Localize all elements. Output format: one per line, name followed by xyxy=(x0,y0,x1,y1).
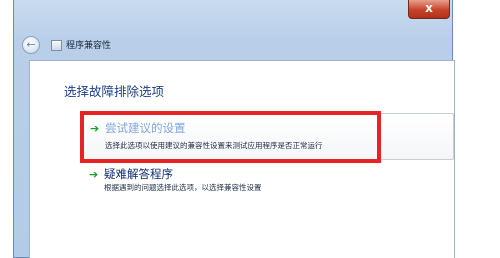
green-arrow-icon: ➔ xyxy=(89,168,99,181)
close-button[interactable]: x xyxy=(408,0,450,19)
app-icon xyxy=(51,40,62,51)
content-panel: 选择故障排除选项 ➔ 尝试建议的设置 选择此选项以使用建议的兼容性设置来测试应用… xyxy=(29,60,455,258)
option-description: 根据遇到的问题选择此选项，以选择兼容性设置 xyxy=(104,183,262,192)
window-title: 程序兼容性 xyxy=(66,41,112,51)
page-heading: 选择故障排除选项 xyxy=(64,84,165,99)
option-try-recommended-settings[interactable]: ➔ 尝试建议的设置 选择此选项以使用建议的兼容性设置来测试应用程序是否正常运行 xyxy=(82,113,454,160)
title-bar: ← 程序兼容性 xyxy=(14,30,452,60)
option-troubleshoot-program[interactable]: ➔ 疑难解答程序 根据遇到的问题选择此选项，以选择兼容性设置 xyxy=(82,166,454,198)
back-button[interactable]: ← xyxy=(22,36,40,54)
green-arrow-icon: ➔ xyxy=(90,122,100,135)
dialog-window: x ← 程序兼容性 选择故障排除选项 ➔ 尝试建议的设置 选择此选项以使用建议的… xyxy=(13,0,455,258)
back-arrow-icon: ← xyxy=(26,38,36,51)
option-title: 尝试建议的设置 xyxy=(105,121,186,135)
close-icon: x xyxy=(425,1,433,15)
option-description: 选择此选项以使用建议的兼容性设置来测试应用程序是否正常运行 xyxy=(105,141,323,150)
option-title: 疑难解答程序 xyxy=(104,167,173,181)
